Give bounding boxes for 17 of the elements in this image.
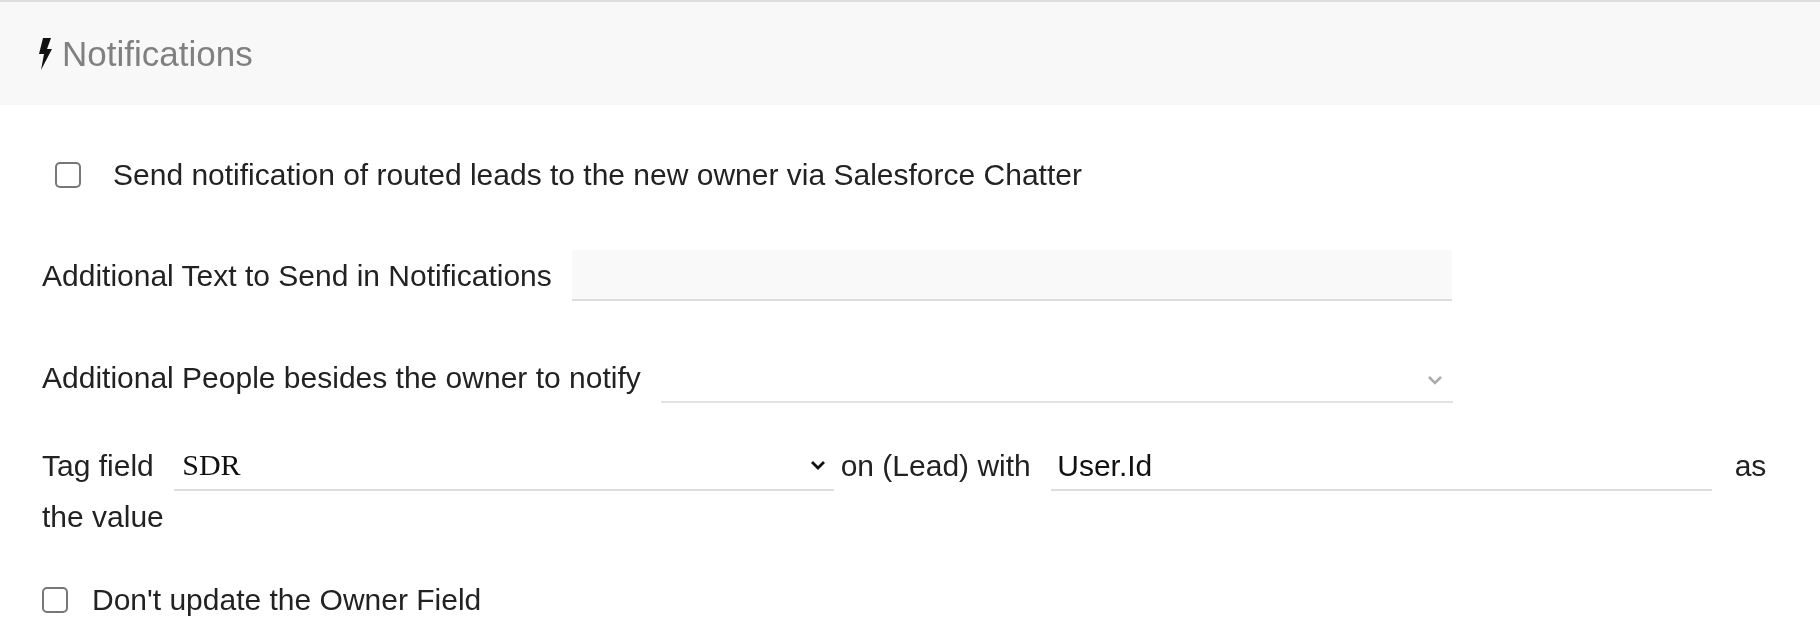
section-title: Notifications <box>62 33 253 74</box>
field-label: Tag field <box>42 449 154 483</box>
checkbox[interactable] <box>55 161 81 188</box>
connector-text: on (Lead) with <box>840 449 1031 483</box>
suffix-text: as <box>1734 449 1767 483</box>
text-field[interactable] <box>571 250 1452 301</box>
field-label: Additional People besides the owner to notify <box>42 360 641 395</box>
lightning-bolt-icon <box>38 37 52 70</box>
chevron-down-icon <box>810 459 827 470</box>
field-label: Additional Text to Send in Notifications <box>42 258 552 293</box>
field-select[interactable]: SDR <box>174 440 835 491</box>
value-field[interactable]: User.Id <box>1051 440 1713 491</box>
checkbox[interactable] <box>42 586 68 613</box>
checkbox-label: Don't update the Owner Field <box>92 582 482 618</box>
chevron-down-icon <box>1426 375 1443 385</box>
suffix-text: the value <box>42 500 164 534</box>
checkbox-label: Send notification of routed leads to the new owner via Salesforce Chatter <box>113 157 1082 192</box>
